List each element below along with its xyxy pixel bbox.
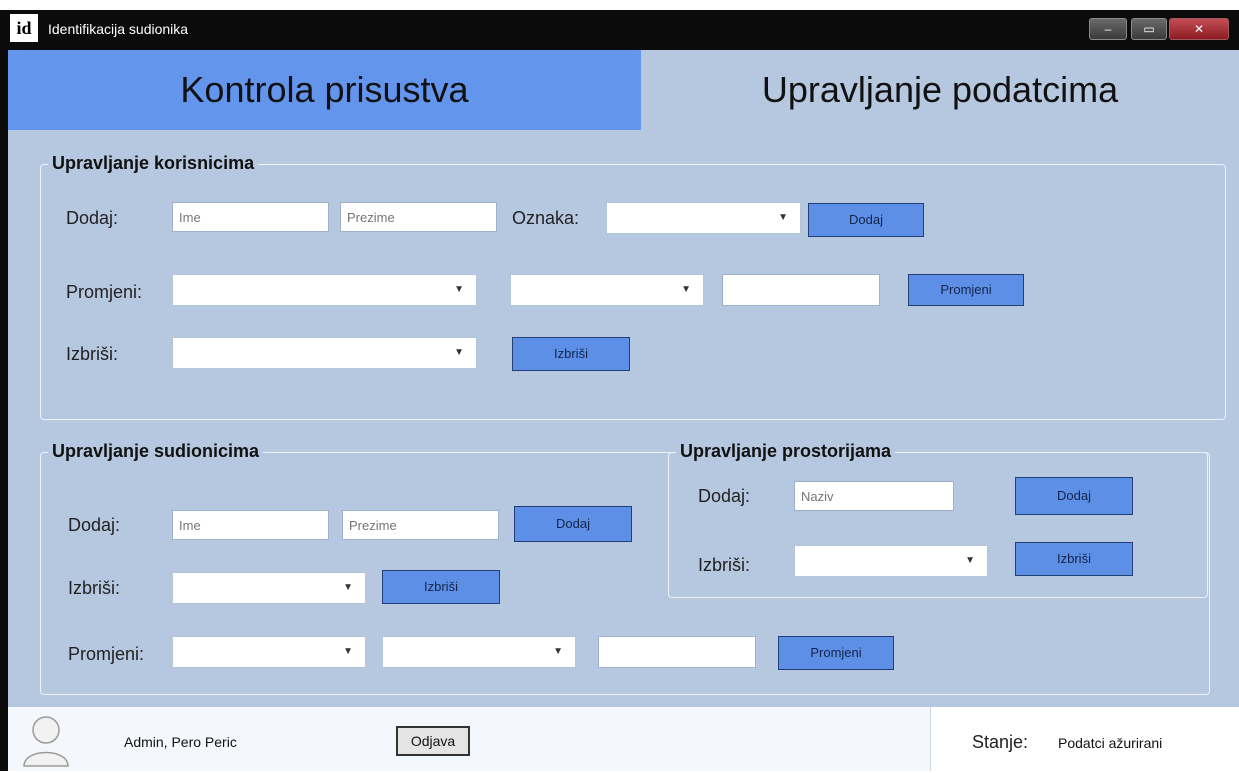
chevron-down-icon: ▼ [343,646,353,657]
chevron-down-icon: ▼ [454,347,464,358]
chevron-down-icon: ▼ [965,555,975,566]
sudionici-promjeni-select-2[interactable]: ▼ [382,636,576,668]
sudionici-izbrisi-label: Izbriši: [68,578,121,598]
group-korisnici-title: Upravljanje korisnicima [48,152,259,174]
korisnici-dodaj-button[interactable]: Dodaj [808,203,924,237]
chevron-down-icon: ▼ [343,582,353,593]
prostorije-izbrisi-select[interactable]: ▼ [794,545,988,577]
korisnici-dodaj-label: Dodaj: [66,208,119,228]
oznaka-label: Oznaka: [512,208,580,228]
oznaka-select[interactable]: ▼ [606,202,801,234]
sudionici-ime-input[interactable] [172,510,329,540]
sudionici-izbrisi-select[interactable]: ▼ [172,572,366,604]
korisnici-promjeni-button[interactable]: Promjeni [908,274,1024,306]
status-label: Stanje: [972,732,1029,752]
window-title: Identifikacija sudionika [48,21,189,37]
app-icon: id [10,14,38,42]
korisnici-promjeni-select-2[interactable]: ▼ [510,274,704,306]
window-border [0,50,8,771]
korisnici-promjeni-select-1[interactable]: ▼ [172,274,477,306]
prostorije-dodaj-label: Dodaj: [698,486,751,506]
group-prostorije-title: Upravljanje prostorijama [676,440,896,462]
prostorije-izbrisi-button[interactable]: Izbriši [1015,542,1133,576]
chevron-down-icon: ▼ [553,646,563,657]
group-sudionici-title: Upravljanje sudionicima [48,440,264,462]
chevron-down-icon: ▼ [778,212,788,223]
prostorije-dodaj-button[interactable]: Dodaj [1015,477,1133,515]
sudionici-promjeni-label: Promjeni: [68,644,145,664]
user-name: Admin, Pero Peric [124,734,237,750]
tab-kontrola-prisustva[interactable]: Kontrola prisustva [8,50,641,130]
sudionici-prezime-input[interactable] [342,510,499,540]
korisnici-promjeni-label: Promjeni: [66,282,143,302]
sudionici-izbrisi-button[interactable]: Izbriši [382,570,500,604]
logout-button[interactable]: Odjava [396,726,470,756]
korisnici-promjeni-input[interactable] [722,274,880,306]
korisnici-izbrisi-select[interactable]: ▼ [172,337,477,369]
minimize-button[interactable]: – [1089,18,1127,40]
chevron-down-icon: ▼ [681,284,691,295]
sudionici-promjeni-select-1[interactable]: ▼ [172,636,366,668]
status-value: Podatci ažurirani [1058,735,1163,751]
sudionici-promjeni-button[interactable]: Promjeni [778,636,894,670]
tab-upravljanje-podatcima[interactable]: Upravljanje podatcima [641,50,1239,130]
close-button[interactable]: ✕ [1169,18,1229,40]
avatar-icon [20,712,72,768]
korisnici-ime-input[interactable] [172,202,329,232]
maximize-button[interactable]: ▭ [1131,18,1167,40]
korisnici-izbrisi-button[interactable]: Izbriši [512,337,630,371]
chevron-down-icon: ▼ [454,284,464,295]
prostorije-naziv-input[interactable] [794,481,954,511]
korisnici-prezime-input[interactable] [340,202,497,232]
prostorije-izbrisi-label: Izbriši: [698,555,751,575]
sudionici-dodaj-button[interactable]: Dodaj [514,506,632,542]
korisnici-izbrisi-label: Izbriši: [66,344,119,364]
sudionici-dodaj-label: Dodaj: [68,515,121,535]
sudionici-promjeni-input[interactable] [598,636,756,668]
